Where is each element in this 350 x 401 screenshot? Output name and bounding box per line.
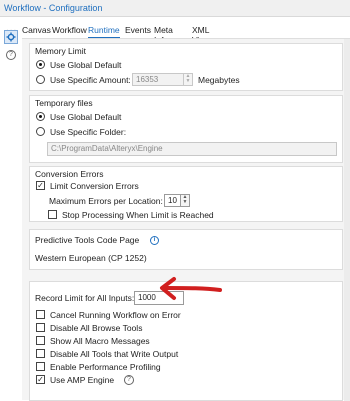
disable-write-output-checkbox[interactable] <box>36 349 45 358</box>
stop-processing-checkbox[interactable] <box>48 210 57 219</box>
memory-amount-input[interactable]: 16353 <box>132 73 184 86</box>
predictive-tools-group: Predictive Tools Code Page i Western Eur… <box>29 229 343 270</box>
cancel-on-error-label: Cancel Running Workflow on Error <box>50 309 181 320</box>
disable-browse-tools-option[interactable]: Disable All Browse Tools <box>36 321 142 334</box>
memory-unit-label: Megabytes <box>198 75 240 85</box>
max-errors-input[interactable]: 10 <box>164 194 181 207</box>
performance-profiling-option[interactable]: Enable Performance Profiling <box>36 360 161 373</box>
help-icon[interactable]: ? <box>4 48 18 62</box>
use-amp-engine-label: Use AMP Engine <box>50 374 115 385</box>
tab-meta-info[interactable]: Meta Info <box>154 25 173 45</box>
memory-global-default-option[interactable]: Use Global Default <box>36 58 121 71</box>
disable-browse-tools-label: Disable All Browse Tools <box>50 322 143 333</box>
temporary-files-title: Temporary files <box>35 98 93 108</box>
memory-specific-label: Use Specific Amount: <box>50 74 131 85</box>
annotation-arrow-icon <box>160 277 222 300</box>
max-errors-label: Maximum Errors per Location: <box>49 196 163 206</box>
predictive-tools-title: Predictive Tools Code Page <box>35 235 140 245</box>
temp-global-radio[interactable] <box>36 112 45 121</box>
temp-specific-radio[interactable] <box>36 127 45 136</box>
temp-folder-input[interactable]: C:\ProgramData\Alteryx\Engine <box>47 142 337 156</box>
code-page-dropdown[interactable]: Western European (CP 1252) <box>35 253 147 263</box>
temporary-files-group: Temporary files Use Global Default Use S… <box>29 95 343 163</box>
tab-events[interactable]: Events <box>125 25 151 38</box>
memory-amount-spinner[interactable]: ▲ ▼ <box>184 73 193 86</box>
cancel-on-error-checkbox[interactable] <box>36 310 45 319</box>
performance-profiling-checkbox[interactable] <box>36 362 45 371</box>
temp-global-default-option[interactable]: Use Global Default <box>36 110 121 123</box>
use-amp-engine-checkbox[interactable]: ✓ <box>36 375 45 384</box>
title-bar: Workflow - Configuration <box>0 0 350 17</box>
window-title: Workflow - Configuration <box>4 3 103 13</box>
cancel-on-error-option[interactable]: Cancel Running Workflow on Error <box>36 308 181 321</box>
disable-write-output-label: Disable All Tools that Write Output <box>50 348 179 359</box>
memory-global-label: Use Global Default <box>50 59 122 70</box>
configuration-gear-icon[interactable] <box>4 30 18 44</box>
limit-conversion-errors-label: Limit Conversion Errors <box>50 180 139 191</box>
temp-specific-label: Use Specific Folder: <box>50 126 127 137</box>
info-icon[interactable]: i <box>150 236 159 245</box>
use-amp-engine-option[interactable]: ✓ Use AMP Engine <box>36 373 114 386</box>
tab-canvas[interactable]: Canvas <box>22 25 51 38</box>
tab-workflow[interactable]: Workflow <box>52 25 87 38</box>
max-errors-spinner[interactable]: ▲ ▼ <box>181 194 190 207</box>
memory-specific-amount-option[interactable]: Use Specific Amount: <box>36 73 131 86</box>
stop-processing-option[interactable]: Stop Processing When Limit is Reached <box>48 208 214 221</box>
scrollbar[interactable] <box>344 39 350 401</box>
tab-runtime[interactable]: Runtime <box>88 25 120 38</box>
record-limit-label: Record Limit for All Inputs: <box>35 293 135 303</box>
conversion-errors-title: Conversion Errors <box>35 169 104 179</box>
disable-browse-tools-checkbox[interactable] <box>36 323 45 332</box>
temp-specific-folder-option[interactable]: Use Specific Folder: <box>36 125 126 138</box>
show-macro-messages-label: Show All Macro Messages <box>50 335 150 346</box>
temp-global-label: Use Global Default <box>50 111 122 122</box>
conversion-errors-group: Conversion Errors ✓ Limit Conversion Err… <box>29 166 343 222</box>
memory-global-radio[interactable] <box>36 60 45 69</box>
amp-help-icon[interactable]: ? <box>124 375 134 385</box>
stop-processing-label: Stop Processing When Limit is Reached <box>62 209 214 220</box>
memory-limit-title: Memory Limit <box>35 46 87 56</box>
runtime-panel: Memory Limit Use Global Default Use Spec… <box>22 38 350 401</box>
disable-write-output-option[interactable]: Disable All Tools that Write Output <box>36 347 178 360</box>
show-macro-messages-option[interactable]: Show All Macro Messages <box>36 334 150 347</box>
performance-profiling-label: Enable Performance Profiling <box>50 361 161 372</box>
memory-specific-radio[interactable] <box>36 75 45 84</box>
show-macro-messages-checkbox[interactable] <box>36 336 45 345</box>
tab-xml-view[interactable]: XML View <box>192 25 210 45</box>
memory-limit-group: Memory Limit Use Global Default Use Spec… <box>29 43 343 91</box>
limit-conversion-errors-option[interactable]: ✓ Limit Conversion Errors <box>36 179 139 192</box>
limit-conversion-errors-checkbox[interactable]: ✓ <box>36 181 45 190</box>
